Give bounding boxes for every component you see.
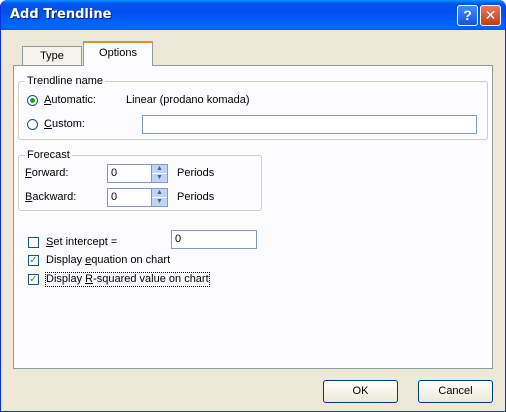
- close-icon[interactable]: ✕: [480, 5, 501, 26]
- custom-label[interactable]: Custom:: [44, 118, 85, 131]
- intercept-input[interactable]: 0: [171, 230, 257, 249]
- cancel-button[interactable]: Cancel: [418, 380, 493, 403]
- forecast-legend: Forecast: [25, 149, 72, 161]
- ok-button[interactable]: OK: [323, 380, 398, 403]
- add-trendline-dialog: Add Trendline ? ✕ Type Options Trendline…: [0, 0, 506, 412]
- forward-label: Forward:: [25, 167, 69, 179]
- backward-unit: Periods: [177, 191, 215, 203]
- automatic-label[interactable]: Automatic:: [44, 94, 96, 107]
- dialog-title: Add Trendline: [10, 7, 112, 22]
- spin-up-icon[interactable]: ▲: [152, 165, 167, 174]
- spin-down-icon[interactable]: ▼: [152, 198, 167, 206]
- trendline-name-legend: Trendline name: [25, 75, 106, 87]
- automatic-radio[interactable]: [27, 95, 38, 106]
- forward-spinner[interactable]: ▲ ▼: [152, 164, 168, 183]
- trendline-name-group: Trendline name Automatic: Linear (prodan…: [18, 75, 488, 140]
- title-bar[interactable]: Add Trendline ? ✕: [1, 0, 505, 30]
- backward-label: Backward:: [25, 191, 77, 203]
- set-intercept-label[interactable]: Set intercept =: [46, 236, 117, 249]
- display-rsquared-label[interactable]: Display R-squared value on chart: [45, 272, 210, 287]
- tab-options[interactable]: Options: [83, 41, 153, 66]
- display-rsquared-checkbox[interactable]: ✓: [28, 274, 39, 285]
- forward-periods-input[interactable]: 0: [107, 164, 152, 183]
- forward-unit: Periods: [177, 167, 215, 179]
- backward-periods-input[interactable]: 0: [107, 188, 152, 207]
- display-equation-label[interactable]: Display equation on chart: [46, 254, 170, 267]
- backward-spinner[interactable]: ▲ ▼: [152, 188, 168, 207]
- tab-type[interactable]: Type: [22, 46, 82, 65]
- custom-radio[interactable]: [27, 119, 38, 130]
- display-equation-checkbox[interactable]: ✓: [28, 255, 39, 266]
- forecast-group: Forecast Forward: 0 ▲ ▼ Periods Backward…: [18, 149, 262, 211]
- options-panel: Trendline name Automatic: Linear (prodan…: [13, 65, 493, 369]
- spin-down-icon[interactable]: ▼: [152, 174, 167, 182]
- set-intercept-checkbox[interactable]: [28, 237, 39, 248]
- spin-up-icon[interactable]: ▲: [152, 189, 167, 198]
- help-icon[interactable]: ?: [457, 5, 478, 26]
- custom-name-input[interactable]: [142, 115, 477, 134]
- automatic-name-value: Linear (prodano komada): [126, 94, 250, 106]
